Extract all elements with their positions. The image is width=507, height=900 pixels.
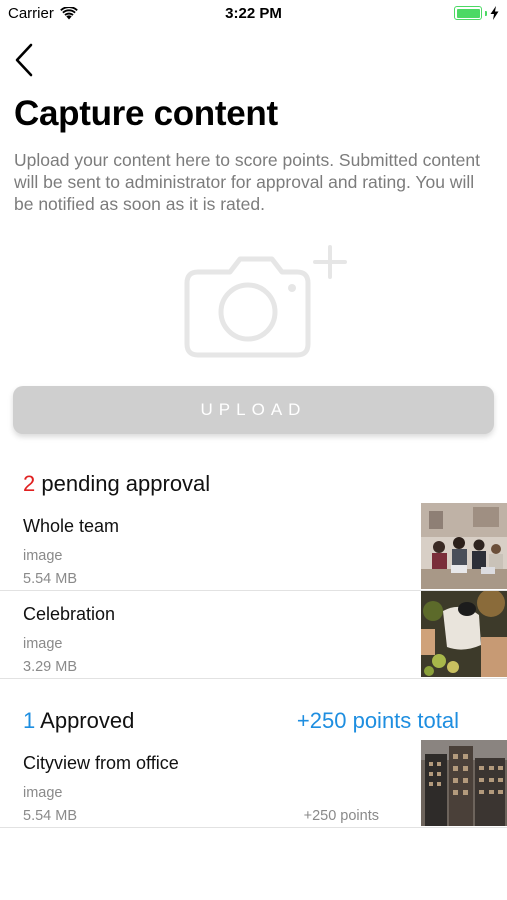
item-title: Whole team — [23, 516, 120, 536]
celebration-thumbnail — [421, 591, 507, 677]
city-buildings-thumbnail — [421, 740, 507, 826]
camera-add-icon — [184, 245, 347, 358]
divider — [0, 827, 507, 828]
upload-button-label: UPLOAD — [200, 400, 307, 419]
status-time: 3:22 PM — [225, 5, 282, 22]
item-title: Celebration — [23, 604, 116, 624]
chevron-left-icon — [15, 43, 33, 77]
approved-label: Approved — [40, 708, 135, 733]
divider — [0, 678, 507, 679]
item-type: image — [23, 785, 63, 801]
pending-count: 2 — [23, 471, 36, 496]
approved-section-header: 1 Approved — [23, 708, 134, 734]
item-type: image — [23, 548, 63, 564]
page-title: Capture content — [14, 94, 278, 133]
upload-button[interactable]: UPLOAD — [13, 386, 494, 434]
item-size: 5.54 MB — [23, 571, 77, 587]
item-title: Cityview from office — [23, 753, 179, 773]
battery-tip — [485, 10, 487, 16]
pending-section-header: 2 pending approval — [23, 471, 210, 497]
list-item[interactable]: Cityview from office image 5.54 MB +250 … — [0, 740, 507, 828]
list-item[interactable]: Whole team image 5.54 MB — [0, 503, 507, 591]
status-right-indicators — [454, 6, 499, 20]
capture-photo-button[interactable] — [180, 240, 350, 365]
back-button[interactable] — [14, 42, 46, 78]
battery-icon — [454, 6, 482, 20]
item-points: +250 points — [303, 808, 379, 824]
item-size: 3.29 MB — [23, 659, 77, 675]
list-item[interactable]: Celebration image 3.29 MB — [0, 591, 507, 679]
points-total: +250 points total — [296, 708, 459, 733]
bolt-icon — [490, 6, 499, 20]
approved-count: 1 — [23, 708, 36, 733]
team-meeting-thumbnail — [421, 503, 507, 589]
item-size: 5.54 MB — [23, 808, 77, 824]
page-description: Upload your content here to score points… — [14, 150, 480, 214]
pending-label: pending approval — [41, 471, 211, 496]
item-type: image — [23, 636, 63, 652]
status-bar: Carrier 3:22 PM — [0, 0, 507, 28]
